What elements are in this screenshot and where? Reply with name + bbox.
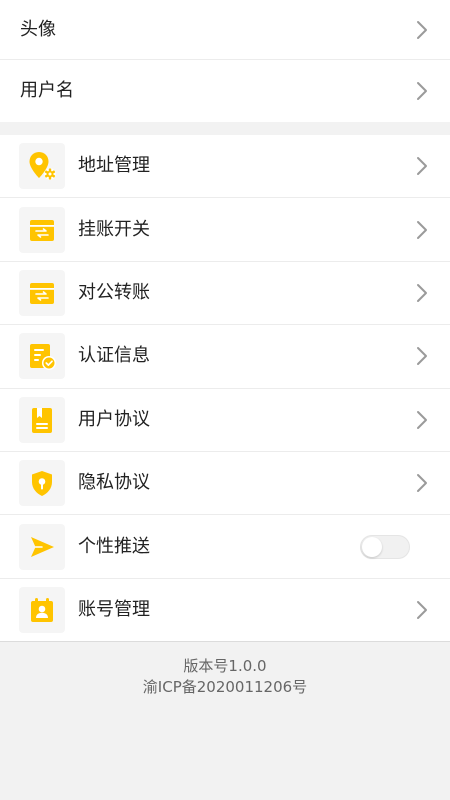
menu-item-user-agreement[interactable]: 用户协议 [0,388,450,452]
menu-item-address-management[interactable]: 地址管理 [0,135,450,199]
chevron-right-icon [417,157,427,176]
avatar-label: 头像 [20,18,56,40]
menu-item-corporate-transfer[interactable]: 对公转账 [0,261,450,326]
transfer-card-icon [19,269,65,316]
icp-text: 渝ICP备2020011206号 [142,678,308,697]
menu-item-privacy-agreement[interactable]: 隐私协议 [0,451,450,516]
settings-page: 头像 用户名 地址管理 挂账开关 对公转账 认证信息 用户协议 隐私协议 个性推… [0,0,450,800]
location-settings-icon [19,143,65,190]
menu-item-label: 个性推送 [78,535,150,557]
version-text: 版本号1.0.0 [183,657,267,676]
chevron-right-icon [417,600,427,619]
menu-item-verification-info[interactable]: 认证信息 [0,325,450,389]
menu-item-label: 地址管理 [78,155,150,177]
chevron-right-icon [417,410,427,429]
verified-document-icon [19,333,65,380]
menu-item-label: 对公转账 [78,281,150,303]
profile-section: 头像 用户名 [0,0,450,122]
menu-item-account-management[interactable]: 账号管理 [0,578,450,643]
menu-item-label: 认证信息 [78,345,150,367]
footer: 版本号1.0.0 渝ICP备2020011206号 [0,642,450,698]
menu-item-label: 挂账开关 [78,218,150,240]
username-label: 用户名 [20,80,74,101]
privacy-shield-icon [19,460,65,507]
chevron-right-icon [417,20,427,39]
toggle-knob [362,536,382,557]
send-icon [19,523,65,570]
menu-item-label: 隐私协议 [78,472,150,494]
avatar-row[interactable]: 头像 [0,0,450,60]
menu-item-personalized-push: 个性推送 [0,515,450,579]
menu-section: 地址管理 挂账开关 对公转账 认证信息 用户协议 隐私协议 个性推送 账号管理 [0,135,450,643]
chevron-right-icon [417,474,427,493]
credit-card-icon [19,206,65,253]
user-agreement-icon [19,396,65,443]
chevron-right-icon [417,347,427,366]
username-row[interactable]: 用户名 [0,60,450,122]
chevron-right-icon [417,283,427,302]
menu-item-label: 账号管理 [78,598,150,620]
menu-item-credit-toggle[interactable]: 挂账开关 [0,198,450,262]
push-toggle[interactable] [360,534,410,559]
chevron-right-icon [417,220,427,239]
menu-item-label: 用户协议 [78,408,150,430]
section-gap [0,122,450,135]
chevron-right-icon [417,82,427,100]
account-icon [19,586,65,633]
